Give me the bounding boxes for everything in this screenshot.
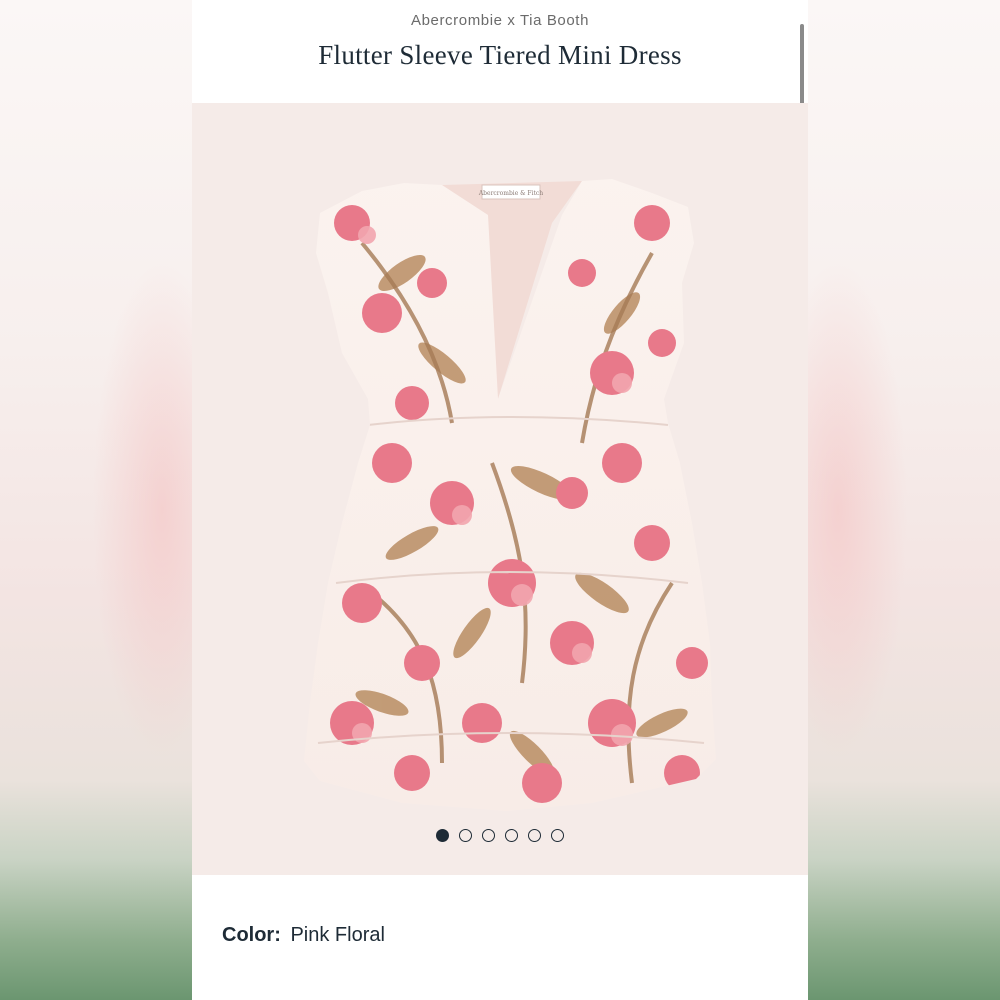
neck-label-text: Abercrombie & Fitch (478, 190, 543, 197)
brand-name: Abercrombie x Tia Booth (410, 12, 590, 29)
color-selector: Color: Pink Floral (222, 924, 385, 947)
carousel-dot-icon[interactable] (528, 829, 541, 842)
carousel-dot-icon[interactable] (505, 829, 518, 842)
carousel-dot-icon[interactable] (482, 829, 495, 842)
product-page: Abercrombie x Tia Booth Flutter Sleeve T… (192, 0, 808, 1000)
carousel-dot-icon[interactable] (551, 829, 564, 842)
carousel-dots (192, 829, 808, 843)
product-image[interactable]: Abercrombie & Fitch (292, 163, 722, 813)
left-backdrop (0, 0, 232, 1000)
carousel-dot-icon[interactable] (459, 829, 472, 842)
color-value: Pink Floral (290, 924, 385, 946)
color-label: Color: (222, 924, 281, 946)
product-image-gallery[interactable]: Abercrombie & Fitch (192, 103, 808, 875)
scrollbar[interactable] (800, 24, 804, 114)
carousel-dot-icon[interactable] (436, 829, 449, 842)
product-title: Flutter Sleeve Tiered Mini Dress (318, 40, 682, 70)
right-backdrop (768, 0, 1000, 1000)
